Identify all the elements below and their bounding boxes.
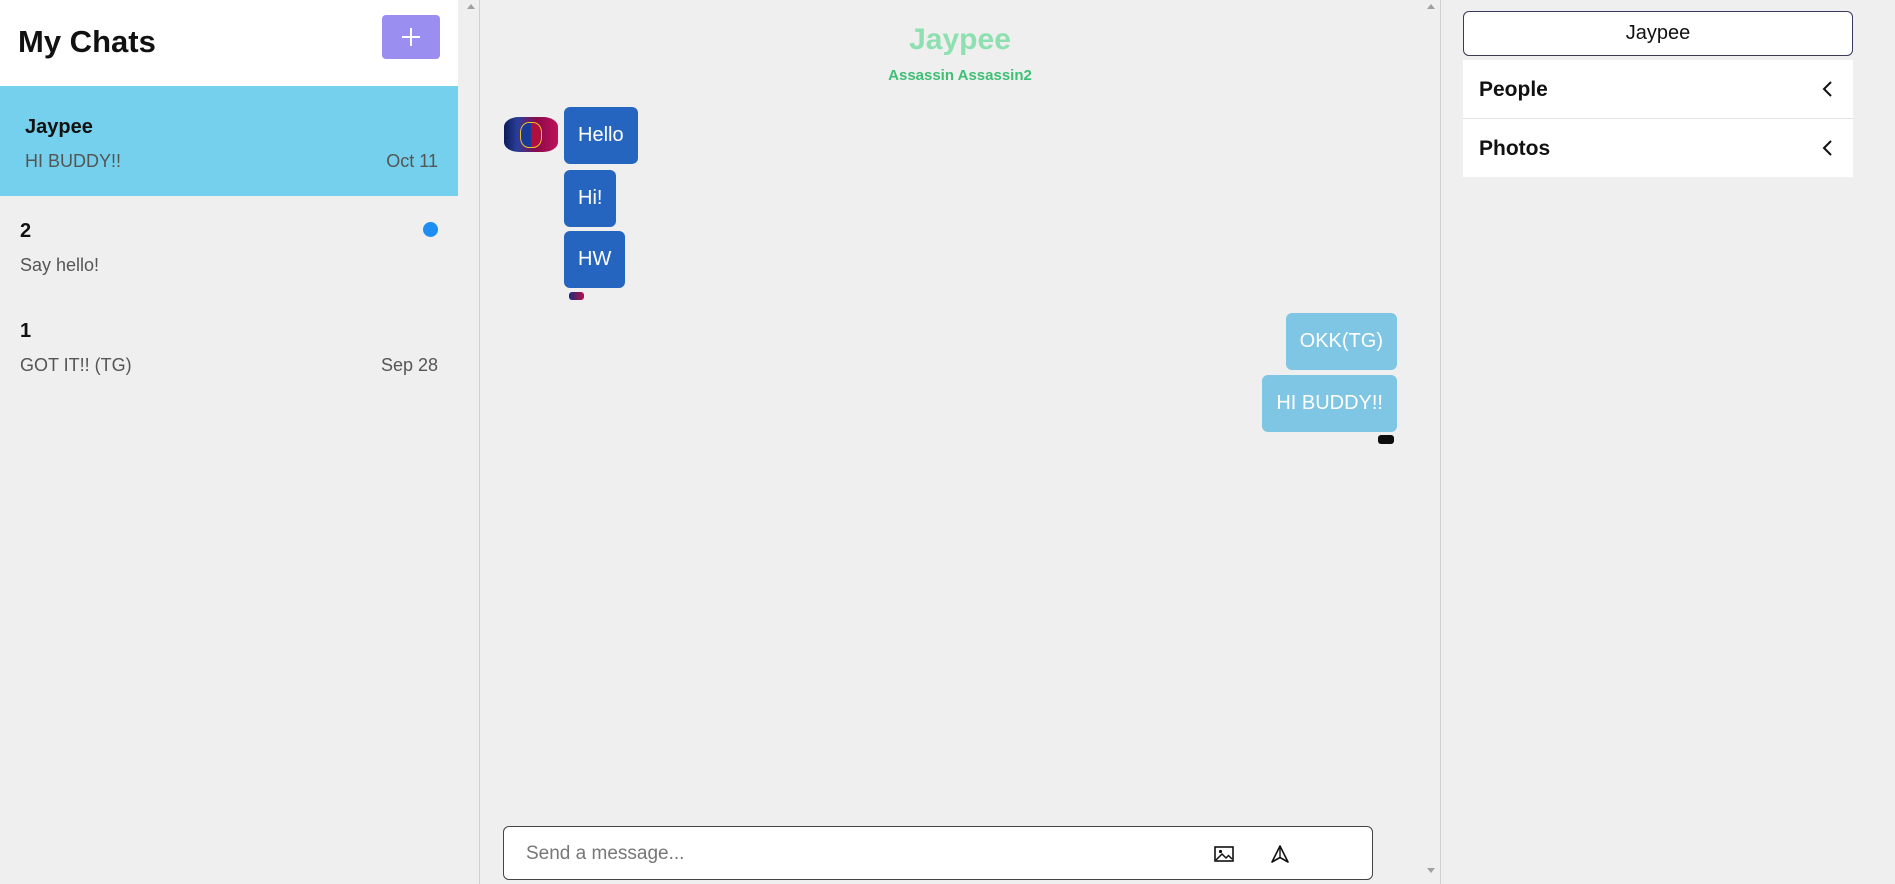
chat-feed-subtitle: Assassin Assassin2 bbox=[888, 67, 1032, 84]
image-icon bbox=[1214, 846, 1234, 862]
message-form bbox=[503, 826, 1373, 880]
people-section[interactable]: People bbox=[1463, 60, 1853, 118]
chat-card-date: Sep 28 bbox=[380, 355, 438, 375]
new-chat-button[interactable] bbox=[382, 15, 440, 59]
message-bubble: OKK(TG) bbox=[1285, 313, 1397, 370]
message-bubble: Hello bbox=[564, 107, 638, 164]
send-icon bbox=[1271, 845, 1289, 863]
section-label: People bbox=[1479, 78, 1548, 101]
chat-title-input[interactable]: Jaypee bbox=[1463, 11, 1853, 56]
chat-card-1[interactable]: 1 GOT IT!! (TG) Sep 28 bbox=[0, 305, 458, 395]
chat-list-title: My Chats bbox=[18, 24, 156, 59]
scroll-down-arrow-icon[interactable] bbox=[1427, 868, 1435, 873]
message-bubble: Hi! bbox=[564, 170, 617, 227]
chat-feed-title: Jaypee bbox=[909, 23, 1011, 56]
chat-list-header: My Chats bbox=[0, 0, 458, 86]
chat-card-jaypee[interactable]: Jaypee HI BUDDY!! Oct 11 bbox=[0, 86, 458, 196]
unread-dot bbox=[423, 222, 438, 237]
section-label: Photos bbox=[1479, 137, 1551, 160]
chevron-left-icon bbox=[1822, 81, 1832, 97]
upload-image-button[interactable] bbox=[1212, 842, 1236, 866]
chat-card-2[interactable]: 2 Say hello! bbox=[0, 205, 458, 295]
scroll-up-arrow-icon[interactable] bbox=[1427, 4, 1435, 9]
send-button[interactable] bbox=[1268, 842, 1292, 866]
chat-card-title: 2 bbox=[20, 220, 32, 242]
read-receipt-avatar bbox=[569, 292, 584, 300]
crest-icon bbox=[520, 121, 542, 148]
chat-card-title: Jaypee bbox=[25, 116, 93, 138]
chat-feed[interactable]: Jaypee Assassin Assassin2 Hello Hi! HW O… bbox=[467, 0, 1441, 884]
chat-card-title: 1 bbox=[20, 320, 32, 342]
chat-card-preview: GOT IT!! (TG) bbox=[20, 355, 132, 375]
left-scroll-up-arrow-icon[interactable] bbox=[467, 4, 475, 9]
message-bubble: HI BUDDY!! bbox=[1262, 375, 1397, 432]
chat-list: My Chats Jaypee HI BUDDY!! Oct 11 2 Say … bbox=[0, 0, 458, 884]
chat-card-preview: HI BUDDY!! bbox=[25, 151, 122, 171]
message-bubble: HW bbox=[564, 231, 626, 288]
photos-section[interactable]: Photos bbox=[1463, 119, 1853, 177]
avatar bbox=[504, 117, 558, 152]
chat-card-preview: Say hello! bbox=[20, 255, 100, 275]
read-receipt-avatar bbox=[1378, 435, 1394, 444]
message-input[interactable] bbox=[526, 840, 1146, 868]
chat-app: My Chats Jaypee HI BUDDY!! Oct 11 2 Say … bbox=[0, 0, 1895, 884]
chat-settings: Jaypee People Photos bbox=[1441, 0, 1895, 884]
chat-card-date: Oct 11 bbox=[386, 151, 438, 171]
plus-icon bbox=[402, 28, 420, 46]
chevron-left-icon bbox=[1822, 140, 1832, 156]
